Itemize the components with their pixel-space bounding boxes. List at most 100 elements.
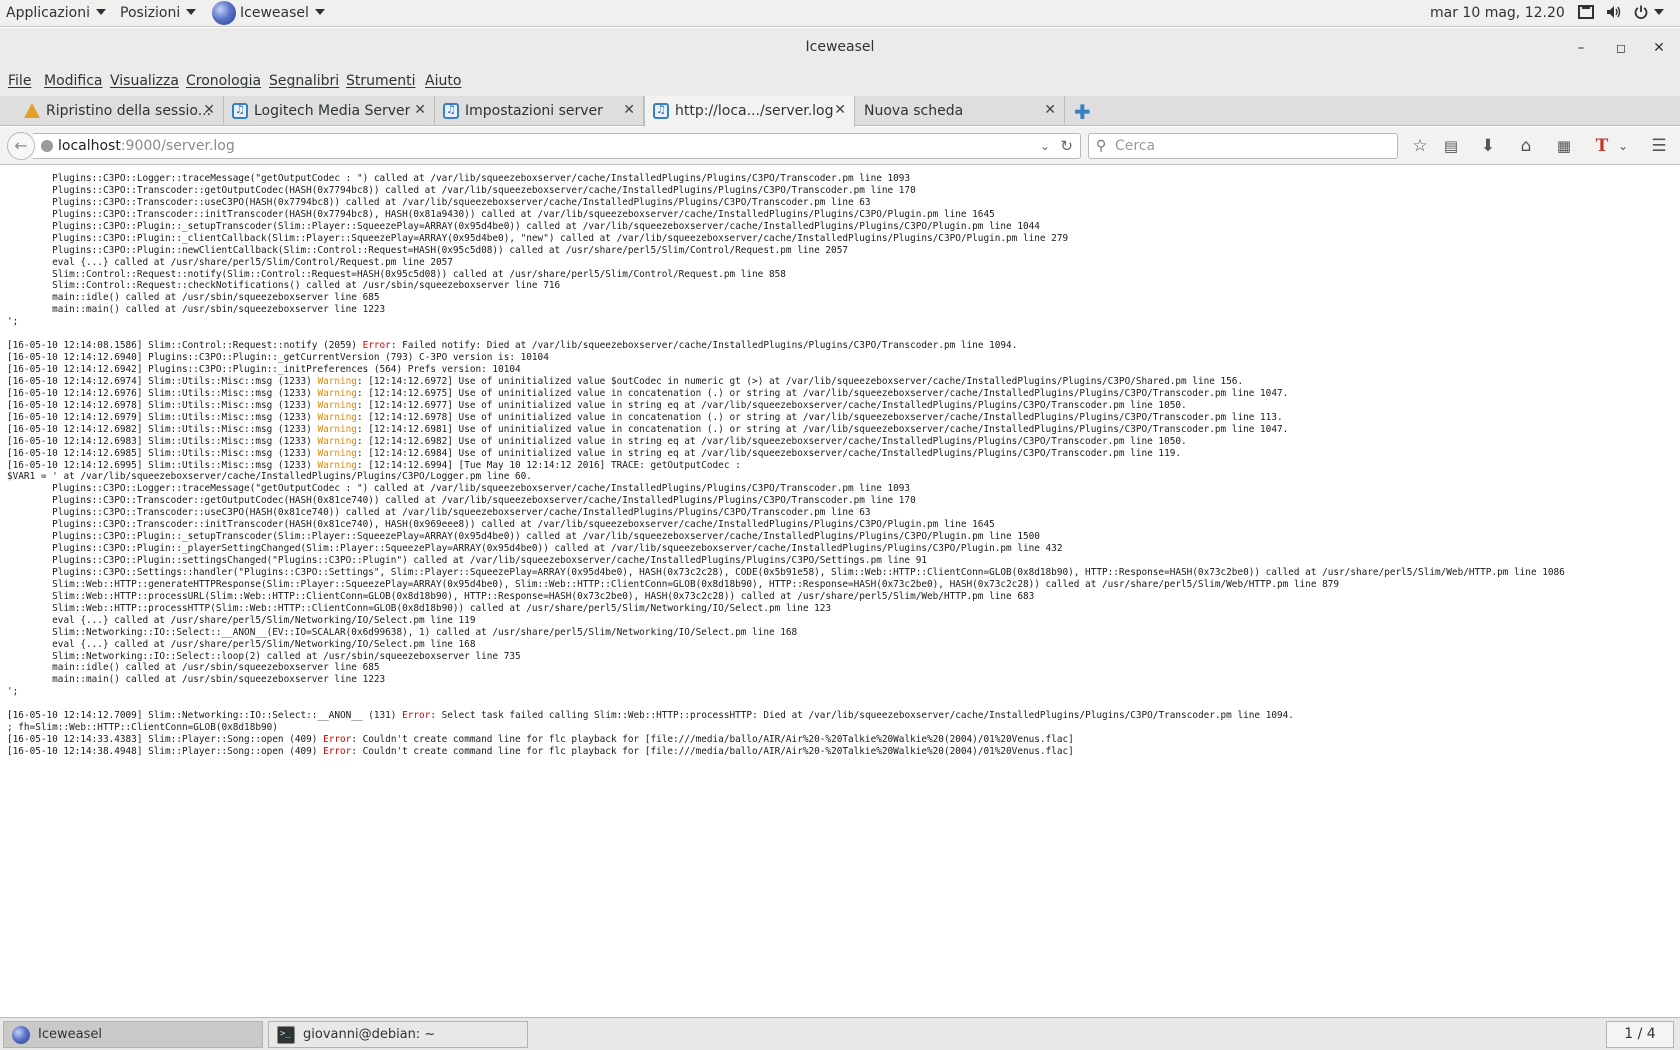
log-text: Slim::Networking::IO::Select::__ANON__(E… — [7, 626, 798, 638]
clock[interactable]: mar 10 mag, 12.20 — [1430, 0, 1565, 27]
iceweasel-globe-icon — [212, 1, 236, 25]
menu-tools[interactable]: Strumenti — [346, 73, 416, 89]
log-line: Slim::Web::HTTP::processURL(Slim::Web::H… — [7, 591, 1565, 603]
log-line: Plugins::C3PO::Settings::handler("Plugin… — [7, 567, 1565, 579]
menu-bar: File Modifica Visualizza Cronologia Segn… — [0, 68, 1680, 96]
log-text: : [12:14:12.6975] Use of uninitialized v… — [356, 387, 1289, 399]
chevron-down-icon[interactable]: ⌄ — [1612, 135, 1634, 157]
url-bar[interactable]: localhost:9000/server.log ⌄ ↻ — [33, 133, 1081, 159]
log-line: '; — [7, 316, 1565, 328]
history-dropdown-icon[interactable]: ⌄ — [1040, 134, 1050, 158]
places-menu[interactable]: Posizioni — [120, 0, 197, 27]
chevron-down-icon — [95, 9, 106, 15]
tab-new-tab[interactable]: Nuova scheda ✕ — [855, 96, 1065, 126]
back-button[interactable]: ← — [7, 132, 35, 160]
applications-menu[interactable]: Applicazioni — [6, 0, 106, 27]
log-text: eval {...} called at /usr/share/perl5/Sl… — [7, 638, 476, 650]
reading-list-icon[interactable]: ▤ — [1440, 135, 1462, 157]
log-text: : [12:14:12.6977] Use of uninitialized v… — [356, 399, 1187, 411]
warning-level: Warning — [317, 459, 357, 471]
log-text: : Couldn't create command line for flc p… — [351, 734, 1074, 746]
error-level: Error — [402, 710, 431, 722]
taskbar-item-terminal[interactable]: giovanni@debian: ~ — [268, 1021, 528, 1048]
log-line: eval {...} called at /usr/share/perl5/Sl… — [7, 639, 1565, 651]
menu-edit[interactable]: Modifica — [44, 73, 103, 89]
log-line: main::idle() called at /usr/sbin/squeeze… — [7, 292, 1565, 304]
log-line: [16-05-10 12:14:12.6976] Slim::Utils::Mi… — [7, 388, 1565, 400]
new-tab-plus-icon[interactable]: ✚ — [1074, 100, 1091, 124]
log-line: Plugins::C3PO::Transcoder::getOutputCode… — [7, 185, 1565, 197]
error-level: Error — [362, 340, 391, 352]
close-window-button[interactable]: ✕ — [1647, 36, 1671, 60]
log-text: [16-05-10 12:14:38.4948] Slim::Player::S… — [7, 746, 324, 757]
log-text: Plugins::C3PO::Logger::traceMessage("get… — [7, 483, 911, 495]
search-icon: ⚲ — [1096, 138, 1107, 154]
log-text: Plugins::C3PO::Plugin::_setupTranscoder(… — [7, 531, 1040, 543]
tab-logitech-media-server[interactable]: Logitech Media Server ✕ — [224, 96, 435, 126]
log-text: Plugins::C3PO::Plugin::_setupTranscoder(… — [7, 220, 1040, 232]
close-tab-icon[interactable]: ✕ — [623, 102, 635, 118]
close-tab-icon[interactable]: ✕ — [834, 102, 846, 118]
downloads-icon[interactable]: ⬇ — [1477, 135, 1499, 157]
taskbar-item-iceweasel[interactable]: Iceweasel — [3, 1021, 263, 1048]
minimize-button[interactable]: – — [1569, 36, 1593, 60]
bookmark-manager-icon[interactable]: ▦ — [1553, 135, 1575, 157]
hamburger-menu-icon[interactable]: ☰ — [1648, 135, 1670, 157]
close-tab-icon[interactable]: ✕ — [1044, 102, 1056, 118]
warning-level: Warning — [317, 435, 357, 447]
tab-session-restore[interactable]: Ripristino della sessio... ✕ — [16, 96, 224, 126]
url-host: localhost — [58, 138, 121, 154]
warning-level: Warning — [317, 423, 357, 435]
app-menu[interactable]: Iceweasel — [212, 0, 325, 27]
power-icon — [1634, 5, 1648, 19]
tab-server-log[interactable]: http://loca.../server.log ✕ — [644, 96, 855, 127]
log-text: eval {...} called at /usr/share/perl5/Sl… — [7, 614, 476, 626]
translate-t-icon[interactable]: T — [1591, 135, 1613, 157]
log-text: Plugins::C3PO::Plugin::_playerSettingCha… — [7, 543, 1063, 555]
reload-icon[interactable]: ↻ — [1060, 134, 1073, 158]
log-text: Plugins::C3PO::Transcoder::initTranscode… — [7, 208, 995, 220]
power-menu[interactable] — [1634, 0, 1664, 27]
log-text: : [12:14:12.6994] [Tue May 10 12:14:12 2… — [356, 459, 741, 471]
site-info-icon[interactable] — [41, 140, 53, 152]
window-switch-icon[interactable] — [1578, 0, 1594, 27]
taskbar-label: giovanni@debian: ~ — [303, 1027, 436, 1042]
log-line: [16-05-10 12:14:12.6985] Slim::Utils::Mi… — [7, 448, 1565, 460]
log-text: [16-05-10 12:14:08.1586] Slim::Control::… — [7, 340, 363, 352]
window-title: Iceweasel — [805, 39, 875, 55]
log-line: [16-05-10 12:14:38.4948] Slim::Player::S… — [7, 746, 1565, 758]
search-placeholder: Cerca — [1115, 138, 1156, 154]
tab-label: Impostazioni server — [465, 103, 603, 119]
close-tab-icon[interactable]: ✕ — [414, 102, 426, 118]
log-line: [16-05-10 12:14:12.6942] Plugins::C3PO::… — [7, 364, 1565, 376]
maximize-button[interactable]: ◻ — [1609, 36, 1633, 60]
home-icon[interactable]: ⌂ — [1515, 135, 1537, 157]
search-bar[interactable]: ⚲ Cerca — [1088, 133, 1398, 159]
log-text: : Couldn't create command line for flc p… — [351, 746, 1074, 757]
log-text: Plugins::C3PO::Transcoder::getOutputCode… — [7, 184, 916, 196]
url-text[interactable]: localhost:9000/server.log — [58, 134, 235, 158]
close-tab-icon[interactable]: ✕ — [203, 102, 215, 118]
menu-help[interactable]: Aiuto — [425, 73, 461, 89]
warning-level: Warning — [317, 411, 357, 423]
log-line: [16-05-10 12:14:12.6940] Plugins::C3PO::… — [7, 352, 1565, 364]
bookmark-star-icon[interactable]: ☆ — [1409, 135, 1431, 157]
menu-history[interactable]: Cronologia — [186, 73, 261, 89]
log-text: $VAR1 = ' at /var/lib/squeezeboxserver/c… — [7, 471, 532, 483]
menu-file[interactable]: File — [8, 73, 31, 89]
log-line: [16-05-10 12:14:12.6974] Slim::Utils::Mi… — [7, 376, 1565, 388]
tab-server-settings[interactable]: Impostazioni server ✕ — [435, 96, 644, 126]
window-title-bar[interactable]: Iceweasel – ◻ ✕ — [0, 28, 1680, 68]
menu-view[interactable]: Visualizza — [110, 73, 179, 89]
log-line: Plugins::C3PO::Transcoder::initTranscode… — [7, 209, 1565, 221]
volume-icon[interactable] — [1606, 0, 1622, 27]
page-content[interactable]: Plugins::C3PO::Logger::traceMessage("get… — [0, 166, 1680, 1016]
applications-label: Applicazioni — [6, 5, 90, 21]
menu-bookmarks[interactable]: Segnalibri — [269, 73, 339, 89]
workspace-pager[interactable]: 1 / 4 — [1606, 1021, 1674, 1048]
tab-label: Logitech Media Server — [254, 103, 411, 119]
log-text: [16-05-10 12:14:12.6985] Slim::Utils::Mi… — [7, 447, 318, 459]
log-text: ; fh=Slim::Web::HTTP::ClientConn=GLOB(0x… — [7, 722, 278, 734]
